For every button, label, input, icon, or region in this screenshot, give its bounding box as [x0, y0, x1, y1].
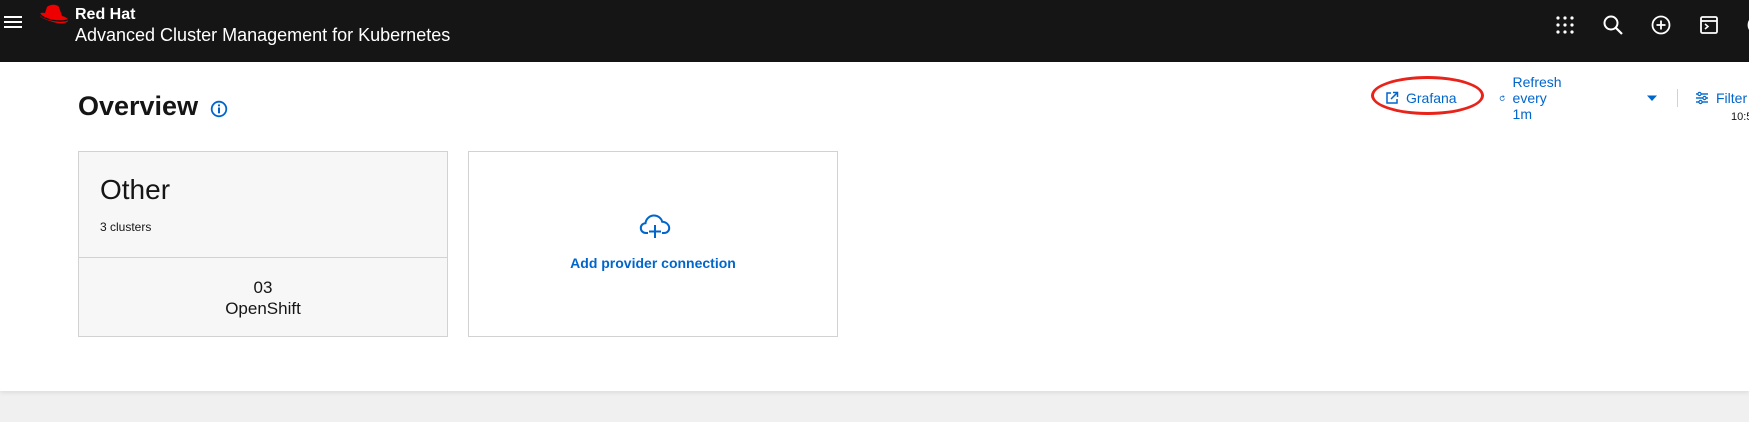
filter-button[interactable]: Filter [1695, 85, 1747, 111]
page-title: Overview [78, 91, 199, 121]
info-icon[interactable] [210, 100, 228, 118]
cluster-count: 3 clusters [100, 220, 152, 234]
distribution-name: OpenShift [225, 299, 301, 318]
menu-line-icon [4, 26, 22, 28]
product-name: Advanced Cluster Management for Kubernet… [75, 25, 451, 45]
terminal-icon[interactable] [1698, 14, 1720, 36]
refresh-label: Refresh every 1m [1512, 74, 1562, 122]
redhat-logo-icon[interactable] [38, 4, 70, 26]
distribution-openshift[interactable]: 03 OpenShift [79, 258, 447, 338]
nav-toggle-button[interactable] [4, 16, 22, 32]
add-provider-label: Add provider connection [570, 255, 736, 271]
search-icon[interactable] [1602, 14, 1624, 36]
menu-line-icon [4, 16, 22, 18]
masthead: Red Hat Advanced Cluster Management for … [0, 0, 1749, 62]
filter-label: Filter [1716, 90, 1748, 106]
grafana-link[interactable]: Grafana [1385, 85, 1457, 111]
last-refresh-timestamp: 10:5 [1731, 111, 1749, 123]
provider-card-header: Other 3 clusters [79, 152, 447, 258]
brand-name: Red Hat [75, 6, 136, 23]
refresh-button[interactable]: Refresh every 1m [1499, 74, 1568, 122]
provider-name: Other [100, 174, 171, 205]
grafana-label: Grafana [1406, 90, 1457, 106]
refresh-icon [1499, 94, 1505, 101]
cloud-upload-icon [639, 214, 671, 238]
distribution-count: 03 [253, 278, 273, 297]
external-link-icon [1386, 91, 1399, 104]
create-resource-icon[interactable] [1650, 14, 1672, 36]
toolbar-divider [1677, 89, 1678, 107]
refresh-interval-dropdown[interactable] [1646, 85, 1665, 111]
overview-page: Overview Grafana Refresh every 1m Filter… [0, 62, 1749, 391]
provider-card-other[interactable]: Other 3 clusters 03 OpenShift [78, 151, 448, 337]
filter-icon [1696, 91, 1708, 105]
app-launcher-icon[interactable] [1554, 14, 1576, 36]
menu-line-icon [4, 21, 22, 23]
add-provider-connection-card[interactable]: Add provider connection [468, 151, 838, 337]
caret-down-icon [1647, 95, 1657, 101]
